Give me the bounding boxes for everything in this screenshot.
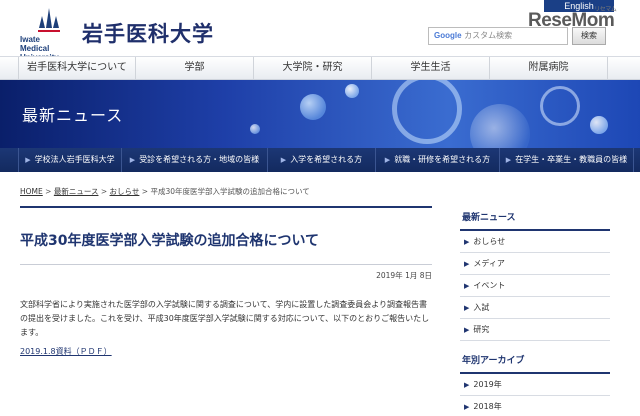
audience-nav: ▶ 学校法人岩手医科大学 ▶ 受診を希望される方・地域の皆様 ▶ 入学を希望される方 …	[0, 148, 640, 172]
subnav-label: 就職・研修を希望される方	[394, 155, 491, 164]
breadcrumb-home[interactable]: HOME	[20, 187, 43, 196]
breadcrumb-separator: >	[141, 187, 149, 196]
hero-banner: 最新ニュース	[0, 80, 640, 148]
breadcrumb: HOME > 最新ニュース > おしらせ > 平成30年度医学部入学試験の追加合…	[20, 186, 310, 197]
sidebar-item-label: 入試	[473, 303, 490, 312]
sidebar-item-label: イベント	[473, 281, 506, 290]
arrow-right-icon: ▶	[384, 156, 391, 164]
resemom-watermark: ReseMom リセマム	[528, 7, 617, 32]
subnav-item-students[interactable]: ▶ 在学生・卒業生・教職員の皆様	[500, 148, 634, 172]
article-body: 文部科学省により実施された医学部の入学試験に関する調査について、学内に設置した調…	[20, 300, 430, 337]
sidebar-item-admissions[interactable]: ▶ 入試	[460, 297, 610, 319]
arrow-right-icon: ▶	[129, 156, 136, 164]
breadcrumb-current: 平成30年度医学部入学試験の追加合格について	[150, 187, 310, 196]
sidebar-heading-archive: 年別アーカイブ	[462, 356, 525, 366]
article-date: 2019年 1月 8日	[376, 271, 432, 280]
triangle-right-icon: ▶	[464, 326, 470, 334]
watermark-small-text: リセマム	[594, 7, 617, 13]
hero-bubble	[540, 86, 580, 126]
sidebar-item-2018[interactable]: ▶ 2018年	[460, 396, 610, 416]
hero-bubble	[250, 124, 260, 134]
site-header: Iwate Medical University 岩手医科大学 English …	[0, 0, 640, 62]
sidebar-item-media[interactable]: ▶ メディア	[460, 253, 610, 275]
article: 平成30年度医学部入学試験の追加合格について 2019年 1月 8日 文部科学省…	[20, 206, 432, 356]
gnav-item-faculties[interactable]: 学部	[136, 57, 254, 79]
hero-bubble	[300, 94, 326, 120]
triangle-right-icon: ▶	[464, 260, 470, 268]
gnav-item-about[interactable]: 岩手医科大学について	[18, 57, 136, 79]
search-brand-label: Google	[434, 31, 462, 40]
pdf-link[interactable]: 2019.1.8資料（ＰＤＦ）	[20, 346, 112, 357]
hero-bubble	[590, 116, 608, 134]
hero-title: 最新ニュース	[22, 106, 124, 125]
sidebar-item-2019[interactable]: ▶ 2019年	[460, 374, 610, 396]
search-placeholder: カスタム検索	[464, 31, 513, 40]
subnav-item-patients[interactable]: ▶ 受診を希望される方・地域の皆様	[122, 148, 268, 172]
breadcrumb-separator: >	[45, 187, 52, 196]
hero-bubble	[345, 84, 359, 98]
subnav-label: 在学生・卒業生・教職員の皆様	[515, 155, 628, 164]
gnav-item-graduate[interactable]: 大学院・研究	[254, 57, 372, 79]
watermark-text: ReseMom	[528, 10, 615, 31]
sidebar-item-label: 2019年	[473, 380, 502, 389]
sidebar-item-label: メディア	[473, 259, 505, 268]
arrow-right-icon: ▶	[280, 156, 287, 164]
subnav-item-corporation[interactable]: ▶ 学校法人岩手医科大学	[18, 148, 122, 172]
sidebar: 最新ニュース ▶ おしらせ ▶ メディア ▶ イベント ▶ 入試 ▶ 研究 年別アーカイブ…	[460, 206, 610, 416]
breadcrumb-news[interactable]: 最新ニュース	[54, 187, 99, 196]
triangle-right-icon: ▶	[464, 282, 470, 290]
logo-text-iwate: Iwate	[20, 35, 41, 44]
subnav-item-applicants[interactable]: ▶ 入学を希望される方	[268, 148, 376, 172]
hero-bubble	[392, 80, 462, 144]
gnav-item-student-life[interactable]: 学生生活	[372, 57, 490, 79]
breadcrumb-separator: >	[100, 187, 108, 196]
triangle-right-icon: ▶	[464, 304, 470, 312]
title-divider	[20, 264, 432, 265]
university-logo[interactable]: Iwate Medical University	[20, 8, 80, 62]
subnav-item-careers[interactable]: ▶ 就職・研修を希望される方	[376, 148, 500, 172]
sidebar-item-label: おしらせ	[473, 237, 506, 246]
logo-mark-icon	[38, 8, 60, 32]
subnav-label: 入学を希望される方	[290, 155, 363, 164]
sidebar-item-label: 2018年	[473, 402, 502, 411]
hero-bubble	[470, 104, 530, 148]
sidebar-item-label: 研究	[473, 325, 490, 334]
gnav-item-hospital[interactable]: 附属病院	[490, 57, 608, 79]
subnav-label: 学校法人岩手医科大学	[34, 155, 115, 164]
title-rule	[20, 206, 432, 208]
arrow-right-icon: ▶	[505, 156, 512, 164]
page-title: 平成30年度医学部入学試験の追加合格について	[20, 233, 320, 249]
sidebar-item-notice[interactable]: ▶ おしらせ	[460, 231, 610, 253]
breadcrumb-notice[interactable]: おしらせ	[110, 187, 140, 196]
triangle-right-icon: ▶	[464, 403, 470, 411]
sidebar-item-events[interactable]: ▶ イベント	[460, 275, 610, 297]
sidebar-heading-news: 最新ニュース	[462, 213, 516, 223]
triangle-right-icon: ▶	[464, 381, 470, 389]
subnav-label: 受診を希望される方・地域の皆様	[139, 155, 260, 164]
sidebar-item-research[interactable]: ▶ 研究	[460, 319, 610, 341]
triangle-right-icon: ▶	[464, 238, 470, 246]
global-nav: 岩手医科大学について 学部 大学院・研究 学生生活 附属病院	[0, 56, 640, 80]
university-name[interactable]: 岩手医科大学	[82, 18, 214, 48]
arrow-right-icon: ▶	[25, 156, 31, 164]
